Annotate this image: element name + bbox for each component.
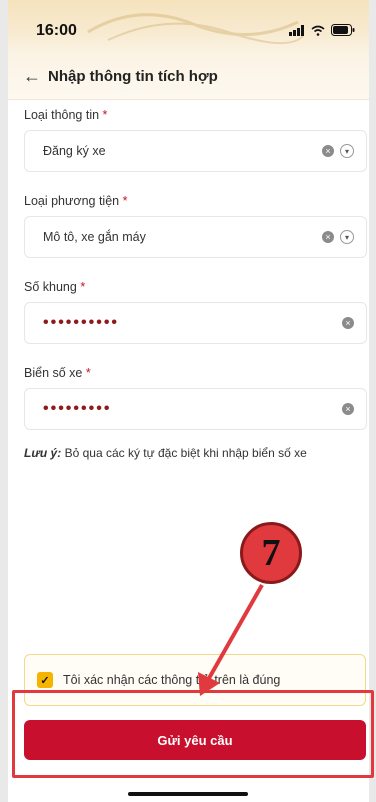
confirmation-text: Tôi xác nhận các thông t ở trên là đúng	[63, 673, 281, 687]
battery-icon	[331, 24, 355, 36]
note-prefix: Lưu ý:	[24, 446, 62, 460]
label-chassis-number: Số khung *	[24, 280, 367, 294]
info-type-select[interactable]: Đăng ký xe × ▾	[24, 130, 367, 172]
step-number-badge: 7	[240, 522, 302, 584]
back-arrow-icon[interactable]: ←	[8, 54, 48, 100]
chassis-number-value: ••••••••••	[43, 314, 120, 331]
clear-icon[interactable]: ×	[322, 145, 334, 157]
integration-form: Loại thông tin * Đăng ký xe × ▾ Loại phư…	[24, 108, 367, 460]
clear-icon[interactable]: ×	[342, 403, 354, 415]
page-title: Nhập thông tin tích hợp	[48, 68, 218, 85]
plate-number-value: •••••••••	[43, 400, 112, 417]
decorative-pattern	[87, 13, 304, 45]
plate-number-input[interactable]: ••••••••• ×	[24, 388, 367, 430]
label-plate-number-text: Biển số xe	[24, 366, 83, 380]
home-indicator	[128, 792, 248, 796]
label-vehicle-type: Loại phương tiện *	[24, 194, 367, 208]
vehicle-type-value: Mô tô, xe gắn máy	[43, 230, 146, 244]
required-marker: *	[122, 194, 128, 208]
status-icons	[289, 24, 355, 36]
plate-note: Lưu ý: Bỏ qua các ký tự đặc biệt khi nhậ…	[24, 446, 367, 460]
highlight-box	[12, 690, 374, 778]
required-marker: *	[85, 366, 91, 380]
clear-icon[interactable]: ×	[342, 317, 354, 329]
status-bar: 16:00	[8, 0, 369, 54]
wifi-icon	[311, 25, 325, 36]
signal-icon	[289, 24, 304, 36]
clear-icon[interactable]: ×	[322, 231, 334, 243]
vehicle-type-select[interactable]: Mô tô, xe gắn máy × ▾	[24, 216, 367, 258]
label-chassis-number-text: Số khung	[24, 280, 77, 294]
label-plate-number: Biển số xe *	[24, 366, 367, 380]
label-info-type: Loại thông tin *	[24, 108, 367, 122]
chevron-down-icon[interactable]: ▾	[340, 144, 354, 158]
note-text: Bỏ qua các ký tự đặc biệt khi nhập biển …	[64, 446, 307, 460]
chevron-down-icon[interactable]: ▾	[340, 230, 354, 244]
app-header: ← Nhập thông tin tích hợp	[8, 54, 369, 100]
required-marker: *	[80, 280, 86, 294]
label-vehicle-type-text: Loại phương tiện	[24, 194, 120, 208]
label-info-type-text: Loại thông tin	[24, 108, 100, 122]
status-time: 16:00	[36, 22, 77, 39]
checkbox-checked-icon[interactable]: ✓	[37, 672, 53, 688]
chassis-number-input[interactable]: •••••••••• ×	[24, 302, 367, 344]
info-type-value: Đăng ký xe	[43, 144, 106, 158]
required-marker: *	[102, 108, 108, 122]
